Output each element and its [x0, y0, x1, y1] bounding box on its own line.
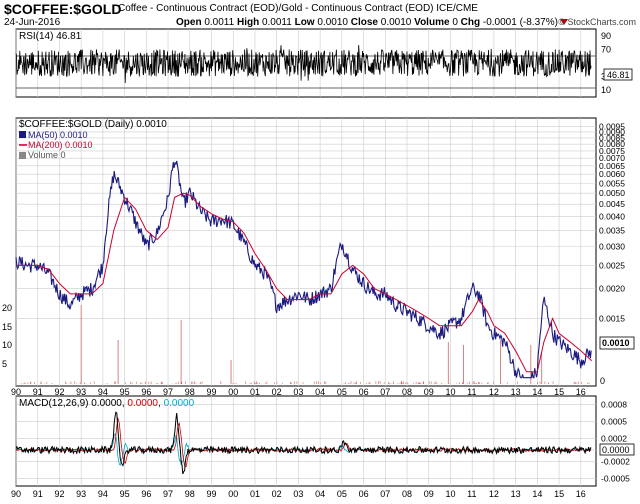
rsi-tick-label: 90 — [601, 31, 611, 41]
x-tick-label: 97 — [163, 489, 173, 499]
x-tick-label: 02 — [272, 489, 282, 499]
volume-tick-label: 15 — [2, 322, 12, 332]
x-tick-label: 96 — [141, 489, 151, 499]
x-tick-label: 04 — [315, 489, 325, 499]
price-tick-label: 0.0015 — [599, 314, 625, 324]
x-tick-label: 10 — [445, 489, 455, 499]
x-tick-label: 16 — [576, 489, 586, 499]
macd-title: MACD(12,26,9) 0.0000, 0.0000, 0.0000 — [19, 398, 195, 409]
rsi-title: RSI(14) 46.81 — [19, 31, 82, 42]
macd-last-label: 0.0000 — [602, 445, 630, 455]
volume-swatch — [19, 152, 26, 159]
x-tick-label: 13 — [511, 489, 521, 499]
legend-volume: Volume 0 — [28, 150, 66, 160]
macd-tick-label: 0.0008 — [601, 400, 627, 410]
x-tick-label: 91 — [33, 489, 43, 499]
macd-tick-label: -0.0005 — [601, 473, 630, 483]
rsi-panel: RSI(14) 46.81 90703010 46.81 — [15, 28, 633, 98]
price-last-label: 0.0010 — [602, 338, 630, 348]
rsi-last-label: 46.81 — [607, 70, 630, 80]
rsi-tick-label: 10 — [601, 85, 611, 95]
chart-canvas: RSI(14) 46.81 90703010 46.81 $COFFEE:$GO… — [2, 28, 635, 499]
x-tick-label: 93 — [76, 489, 86, 499]
x-tick-label: 06 — [359, 489, 369, 499]
legend-ma50: MA(50) 0.0010 — [28, 130, 88, 140]
x-tick-label: 12 — [489, 489, 499, 499]
macd-label: MACD(12,26,9) — [19, 398, 88, 409]
x-tick-label: 92 — [54, 489, 64, 499]
macd-tick-label: 0.0005 — [601, 417, 627, 427]
x-tick-label: 05 — [337, 489, 347, 499]
x-tick-label: 90 — [11, 489, 21, 499]
x-tick-label: 11 — [467, 489, 476, 499]
price-tick-label: 0.0020 — [599, 284, 625, 294]
volume-tick-label: 5 — [2, 359, 7, 369]
x-tick-label: 03 — [293, 489, 303, 499]
volume-zero-label: 0 — [600, 376, 605, 386]
x-tick-label: 00 — [228, 489, 238, 499]
price-tick-label: 0.0025 — [599, 260, 625, 270]
price-tick-label: 0.0050 — [599, 188, 625, 198]
price-tick-label: 0.0045 — [599, 199, 625, 209]
macd-signal-value: 0.0000 — [127, 398, 158, 409]
ma50-swatch — [19, 131, 26, 138]
price-tick-label: 0.0030 — [599, 241, 625, 251]
x-tick-label: 01 — [250, 489, 260, 499]
x-tick-label: 99 — [207, 489, 217, 499]
price-tick-label: 0.0035 — [599, 225, 625, 235]
x-tick-label: 15 — [554, 489, 564, 499]
price-panel: $COFFEE:$GOLD (Daily) 0.0010 MA(50) 0.00… — [2, 117, 635, 387]
x-tick-label: 98 — [185, 489, 195, 499]
x-tick-label: 07 — [380, 489, 390, 499]
macd-panel: MACD(12,26,9) 0.0000, 0.0000, 0.0000 0.0… — [15, 395, 635, 487]
x-tick-label: 95 — [120, 489, 130, 499]
x-tick-label: 09 — [424, 489, 434, 499]
price-tick-label: 0.0055 — [599, 178, 625, 188]
price-tick-label: 0.0040 — [599, 211, 625, 221]
legend-ma200: MA(200) 0.0010 — [28, 140, 93, 150]
volume-tick-label: 20 — [2, 303, 12, 313]
x-tick-label: 08 — [402, 489, 412, 499]
price-title: $COFFEE:$GOLD (Daily) 0.0010 — [19, 119, 167, 130]
macd-hist-value: 0.0000 — [164, 398, 195, 409]
macd-value: 0.0000 — [91, 398, 122, 409]
macd-tick-label: 0.0002 — [601, 434, 627, 444]
x-tick-label: 94 — [98, 489, 108, 499]
volume-tick-label: 10 — [2, 340, 12, 350]
x-tick-label: 14 — [532, 489, 542, 499]
macd-tick-label: -0.0002 — [601, 456, 630, 466]
rsi-tick-label: 70 — [601, 44, 611, 54]
